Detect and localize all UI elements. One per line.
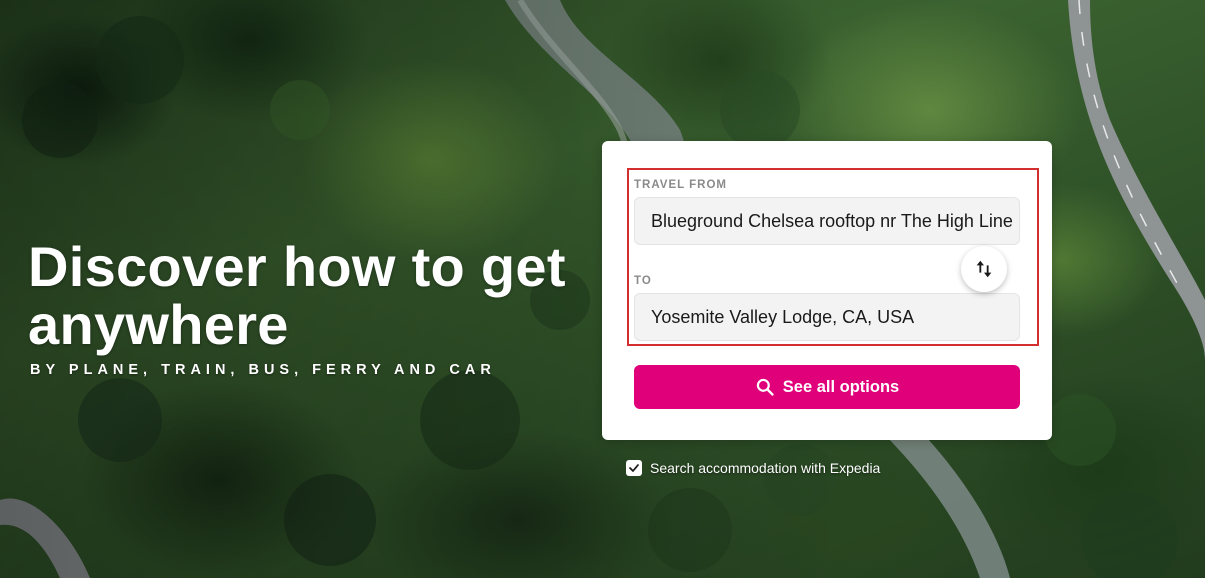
accommodation-checkbox[interactable] [626,460,642,476]
search-icon [756,378,774,396]
travel-from-input[interactable]: Blueground Chelsea rooftop nr The High L… [634,197,1020,245]
accommodation-label: Search accommodation with Expedia [650,460,881,476]
travel-to-input[interactable]: Yosemite Valley Lodge, CA, USA [634,293,1020,341]
see-all-options-button[interactable]: See all options [634,365,1020,409]
see-all-options-label: See all options [782,377,900,396]
accommodation-option[interactable]: Search accommodation with Expedia [626,460,880,476]
travel-to-label: TO [634,275,652,287]
swap-locations-button[interactable] [961,246,1007,292]
checkmark-icon [629,464,639,472]
page-title: Discover how to get anywhere [28,235,566,356]
page-subtitle: BY PLANE, TRAIN, BUS, FERRY AND CAR [30,362,496,378]
travel-to-value: Yosemite Valley Lodge, CA, USA [651,306,915,327]
travel-from-value: Blueground Chelsea rooftop nr The High L… [651,210,1013,231]
travel-from-label: TRAVEL FROM [634,179,727,191]
swap-vertical-icon [976,260,992,278]
